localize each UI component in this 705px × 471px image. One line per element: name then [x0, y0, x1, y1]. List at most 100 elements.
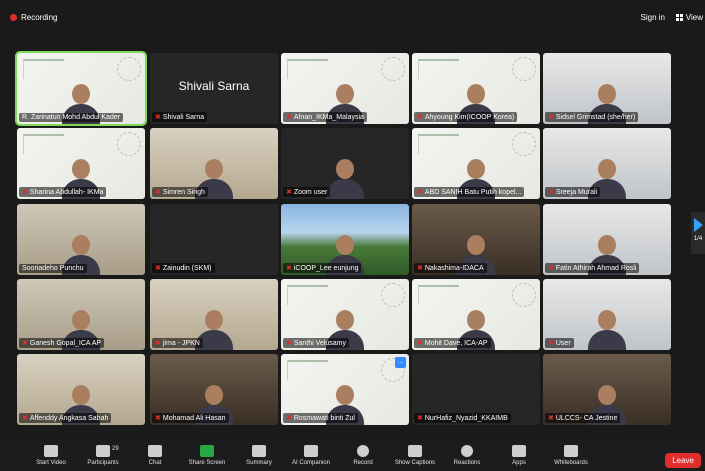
grid-view-icon	[675, 14, 683, 21]
participant-name: iCOOP_Lee eunjung	[293, 264, 359, 272]
participant-tile[interactable]: ✖ Mohit Dave, ICA-AP	[412, 279, 540, 350]
participant-name-label: ✖ Ganesh Gopal_ICA AP	[19, 338, 105, 348]
participant-tile[interactable]: ✖ Affenddy Angkasa Sabah	[17, 354, 145, 425]
mic-muted-icon: ✖	[548, 340, 554, 347]
mic-muted-icon: ✖	[417, 189, 423, 196]
participant-tile[interactable]: ✖ Nakashima-IDACA	[412, 204, 540, 275]
participant-tile[interactable]: ✖ User	[543, 279, 671, 350]
participant-tile[interactable]: ✖ jima - JPKN	[150, 279, 278, 350]
participant-name: User	[555, 339, 571, 347]
participant-tile[interactable]: R. Zarinatun Mohd Abdul Kader	[15, 51, 147, 126]
mic-muted-icon: ✖	[22, 415, 28, 422]
toolbar-reactions-button[interactable]: Reactions	[438, 445, 496, 466]
next-page-button[interactable]: 1/4	[691, 212, 705, 254]
more-options-icon[interactable]: …	[395, 357, 406, 368]
participant-name: Zainudin (SKM)	[162, 264, 212, 272]
participant-name-label: ✖ ABD SANIH Batu Putih kopel...	[414, 187, 525, 197]
toolbar-share-screen-button[interactable]: Share Screen	[178, 445, 236, 466]
toolbar-participants-button[interactable]: 29 Participants	[74, 445, 132, 466]
mic-muted-icon: ✖	[286, 114, 292, 121]
ai-companion-icon	[304, 445, 318, 457]
mic-muted-icon: ✖	[155, 340, 161, 347]
toolbar-chat-button[interactable]: Chat	[126, 445, 184, 466]
mic-muted-icon: ✖	[548, 265, 554, 272]
toolbar-label: Apps	[512, 460, 526, 466]
share-screen-icon	[200, 445, 214, 457]
mic-muted-icon: ✖	[22, 189, 28, 196]
participant-name: R. Zarinatun Mohd Abdul Kader	[22, 114, 121, 121]
toolbar-label: Whiteboards	[554, 460, 588, 466]
participant-tile[interactable]: ✖ Zainudin (SKM)	[150, 204, 278, 275]
recording-indicator[interactable]: Recording	[10, 13, 57, 22]
participant-name-label: ✖ jima - JPKN	[152, 338, 203, 348]
mic-muted-icon: ✖	[155, 415, 161, 422]
participant-tile[interactable]: ✖ Simren Singh	[150, 128, 278, 199]
participant-tile[interactable]: ✖ Zoom user	[281, 128, 409, 199]
mic-muted-icon: ✖	[286, 189, 292, 196]
toolbar-whiteboard-button[interactable]: Whiteboards	[542, 445, 600, 466]
mic-muted-icon: ✖	[417, 415, 423, 422]
participant-name-label: ✖ Affenddy Angkasa Sabah	[19, 413, 112, 423]
participant-count: 29	[112, 446, 119, 452]
participant-name-label: ✖ Sidsel Grimstad (she/her)	[545, 112, 639, 122]
participant-name: Ganesh Gopal_ICA AP	[29, 339, 102, 347]
mic-muted-icon: ✖	[548, 415, 554, 422]
leave-button[interactable]: Leave	[665, 453, 701, 468]
gallery-view: R. Zarinatun Mohd Abdul Kader Shivali Sar…	[15, 51, 672, 429]
mic-muted-icon: ✖	[155, 114, 161, 121]
participant-tile[interactable]: ✖ Ahyoung Kim(ICOOP Korea)	[412, 53, 540, 124]
participant-name: ULCCS- CA Jestine	[555, 414, 618, 422]
participant-tile[interactable]: Sooriadeho Punchu	[17, 204, 145, 275]
participant-name: Sreeja Murali	[555, 188, 598, 196]
toolbar-video-off-button[interactable]: Start Video	[22, 445, 80, 466]
mic-muted-icon: ✖	[286, 415, 292, 422]
toolbar-ai-companion-button[interactable]: AI Companion	[282, 445, 340, 466]
toolbar-label: Start Video	[36, 460, 66, 466]
participant-tile[interactable]: ✖ Fatin Athirah Ahmad Rosli	[543, 204, 671, 275]
participant-tile[interactable]: ✖ iCOOP_Lee eunjung	[281, 204, 409, 275]
mic-muted-icon: ✖	[417, 340, 423, 347]
participant-tile[interactable]: ✖ Sharina Abdullah- IKMa	[17, 128, 145, 199]
chat-icon	[148, 445, 162, 457]
mic-muted-icon: ✖	[155, 189, 161, 196]
captions-icon	[408, 445, 422, 457]
participant-name-label: ✖ Sreeja Murali	[545, 187, 601, 197]
toolbar-label: AI Companion	[291, 460, 331, 466]
toolbar-record-button[interactable]: Record	[334, 445, 392, 466]
participant-tile[interactable]: ✖ Ganesh Gopal_ICA AP	[17, 279, 145, 350]
toolbar-label: Record	[353, 460, 373, 466]
participant-tile[interactable]: ✖ NurHafiz_Nyazid_KKAIMB	[412, 354, 540, 425]
participant-name: Afnan_IKMa_Malaysia	[293, 113, 364, 121]
participant-tile[interactable]: … ✖ Rosmawati binti Zul	[281, 354, 409, 425]
view-button[interactable]: View	[675, 13, 703, 22]
participant-name: Santhi Velusamy	[293, 339, 347, 347]
toolbar-captions-button[interactable]: Show Captions	[386, 445, 444, 466]
participant-tile[interactable]: ✖ Sidsel Grimstad (she/her)	[543, 53, 671, 124]
participant-name: Zoom user	[293, 188, 328, 196]
sign-in-link[interactable]: Sign in	[641, 13, 665, 22]
toolbar-apps-button[interactable]: Apps	[490, 445, 548, 466]
toolbar-label: Show Captions	[394, 460, 436, 466]
participant-name: Rosmawati binti Zul	[293, 414, 355, 422]
mic-muted-icon: ✖	[548, 189, 554, 196]
participant-name-label: ✖ Simren Singh	[152, 187, 208, 197]
participant-tile[interactable]: ✖ Sreeja Murali	[543, 128, 671, 199]
participant-video	[326, 155, 364, 199]
participant-name-label: R. Zarinatun Mohd Abdul Kader	[19, 113, 124, 122]
participant-tile[interactable]: ✖ ABD SANIH Batu Putih kopel...	[412, 128, 540, 199]
participant-name-label: ✖ Zainudin (SKM)	[152, 263, 215, 273]
participant-name-label: ✖ iCOOP_Lee eunjung	[283, 263, 362, 273]
participant-tile[interactable]: ✖ Santhi Velusamy	[281, 279, 409, 350]
chevron-right-icon	[693, 218, 703, 232]
participant-tile[interactable]: ✖ Mohamad Ali Hasan	[150, 354, 278, 425]
toolbar-summary-button[interactable]: Summary	[230, 445, 288, 466]
mic-muted-icon: ✖	[548, 114, 554, 121]
toolbar-label: Reactions	[453, 460, 481, 466]
mic-muted-icon: ✖	[286, 340, 292, 347]
participant-tile[interactable]: ✖ Afnan_IKMa_Malaysia	[281, 53, 409, 124]
participant-tile[interactable]: Shivali Sarna ✖ Shivali Sarna	[150, 53, 278, 124]
participant-name: Shivali Sarna	[162, 113, 205, 121]
participant-name-label: ✖ ULCCS- CA Jestine	[545, 413, 621, 423]
participant-tile[interactable]: ✖ ULCCS- CA Jestine	[543, 354, 671, 425]
participant-name: Sharina Abdullah- IKMa	[29, 188, 104, 196]
